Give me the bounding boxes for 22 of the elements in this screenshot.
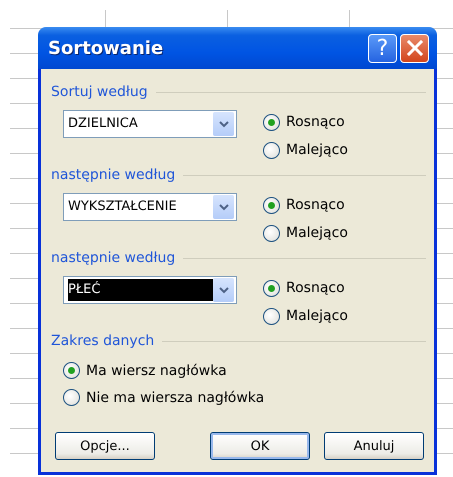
radio-option[interactable]: Rosnąco: [263, 274, 348, 302]
radio-option[interactable]: Nie ma wiersza nagłówka: [63, 384, 426, 411]
group-heading: Sortuj według: [51, 84, 148, 100]
dropdown-field[interactable]: DZIELNICA: [63, 110, 237, 138]
dropdown-field[interactable]: PŁEĆ: [63, 276, 237, 304]
group-heading: następnie według: [51, 250, 176, 266]
radio-option[interactable]: Rosnąco: [263, 191, 348, 219]
radio-option[interactable]: Malejąco: [263, 136, 348, 164]
radio-option[interactable]: Malejąco: [263, 219, 348, 247]
radio-option[interactable]: Ma wiersz nagłówka: [63, 357, 426, 384]
group-heading: następnie według: [51, 167, 176, 183]
dialog-button[interactable]: OK: [210, 432, 310, 460]
window-title: Sortowanie: [48, 38, 164, 58]
close-button[interactable]: [400, 34, 429, 62]
group-heading: Zakres danych: [51, 333, 154, 349]
dialog-button[interactable]: Anuluj: [324, 432, 424, 460]
help-button[interactable]: ?: [368, 34, 397, 62]
dropdown-field[interactable]: WYKSZTAŁCENIE: [63, 193, 237, 221]
dialog-button[interactable]: Opcje...: [55, 432, 155, 460]
radio-option[interactable]: Rosnąco: [263, 108, 348, 136]
close-icon: [406, 40, 422, 56]
radio-option[interactable]: Malejąco: [263, 302, 348, 330]
